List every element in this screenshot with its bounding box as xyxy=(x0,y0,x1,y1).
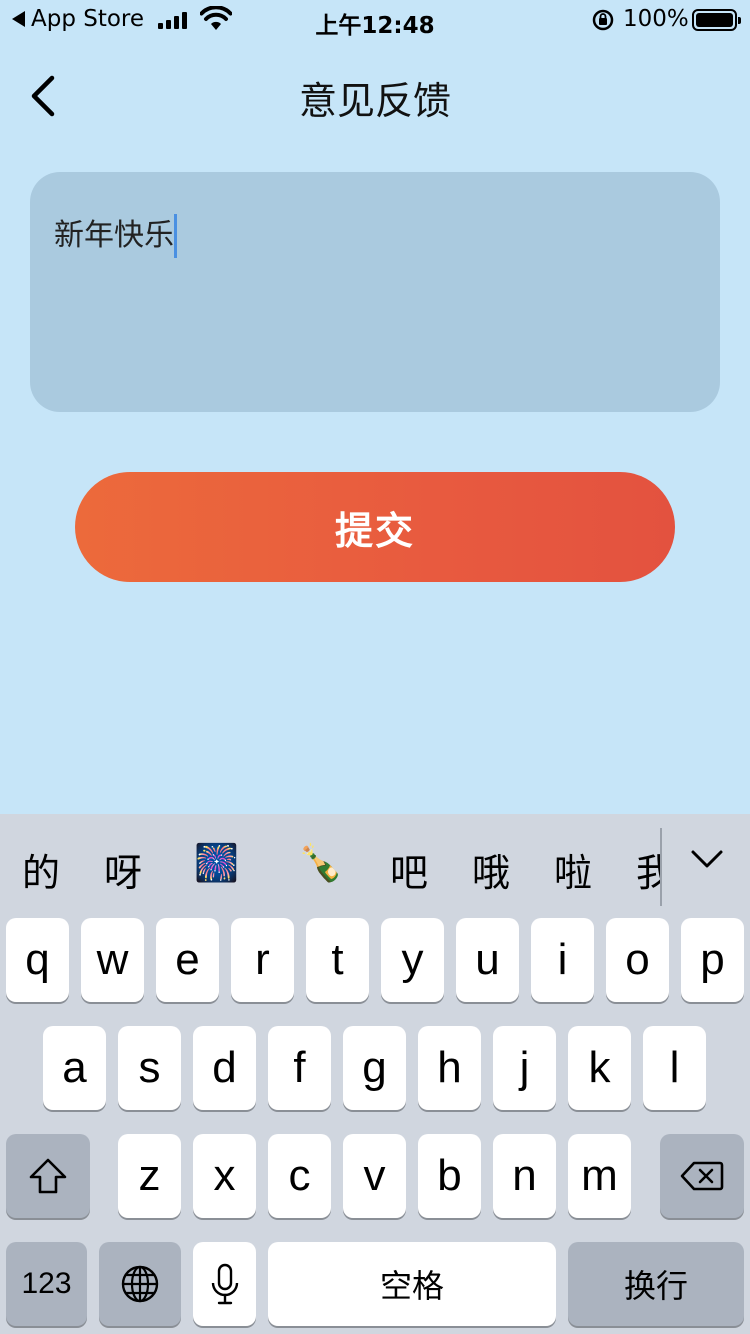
key-w[interactable]: w xyxy=(81,918,144,1002)
candidate-divider xyxy=(660,828,662,906)
mic-icon xyxy=(211,1263,238,1305)
key-v[interactable]: v xyxy=(343,1134,406,1218)
key-p[interactable]: p xyxy=(681,918,744,1002)
key-k[interactable]: k xyxy=(568,1026,631,1110)
status-bar: App Store 上午12:48 100% xyxy=(0,0,750,42)
keyboard: 的 呀 🎆 🍾 吧 哦 啦 我 q w e r t y u i o p a s … xyxy=(0,814,750,1334)
key-y[interactable]: y xyxy=(381,918,444,1002)
orientation-lock-icon xyxy=(592,9,614,31)
candidate-item[interactable]: 呀 xyxy=(104,842,142,897)
candidate-item[interactable]: 🎆 xyxy=(194,842,239,884)
key-m[interactable]: m xyxy=(568,1134,631,1218)
globe-icon xyxy=(121,1265,159,1303)
candidate-item[interactable]: 的 xyxy=(22,842,60,897)
key-u[interactable]: u xyxy=(456,918,519,1002)
key-f[interactable]: f xyxy=(268,1026,331,1110)
feedback-textarea[interactable]: 新年快乐 xyxy=(30,172,720,412)
return-key[interactable]: 换行 xyxy=(568,1242,744,1326)
shift-icon xyxy=(29,1158,67,1194)
mic-key[interactable] xyxy=(193,1242,256,1326)
candidate-item[interactable]: 🍾 xyxy=(298,842,343,884)
key-j[interactable]: j xyxy=(493,1026,556,1110)
battery-icon xyxy=(692,9,741,31)
shift-key[interactable] xyxy=(6,1134,90,1218)
key-t[interactable]: t xyxy=(306,918,369,1002)
chevron-down-icon[interactable] xyxy=(690,848,724,870)
candidate-item[interactable]: 吧 xyxy=(390,842,428,897)
key-i[interactable]: i xyxy=(531,918,594,1002)
key-c[interactable]: c xyxy=(268,1134,331,1218)
key-n[interactable]: n xyxy=(493,1134,556,1218)
key-a[interactable]: a xyxy=(43,1026,106,1110)
delete-key[interactable] xyxy=(660,1134,744,1218)
key-g[interactable]: g xyxy=(343,1026,406,1110)
page-title: 意见反馈 xyxy=(298,79,451,123)
key-b[interactable]: b xyxy=(418,1134,481,1218)
battery-percent: 100% xyxy=(623,6,689,32)
submit-button[interactable]: 提交 xyxy=(75,472,675,582)
key-x[interactable]: x xyxy=(193,1134,256,1218)
key-z[interactable]: z xyxy=(118,1134,181,1218)
feedback-text-value: 新年快乐 xyxy=(54,218,174,253)
key-r[interactable]: r xyxy=(231,918,294,1002)
candidate-item[interactable]: 啦 xyxy=(554,842,592,897)
space-key[interactable]: 空格 xyxy=(268,1242,556,1326)
numbers-key[interactable]: 123 xyxy=(6,1242,87,1326)
candidate-bar: 的 呀 🎆 🍾 吧 哦 啦 我 xyxy=(0,814,750,914)
key-l[interactable]: l xyxy=(643,1026,706,1110)
key-e[interactable]: e xyxy=(156,918,219,1002)
key-q[interactable]: q xyxy=(6,918,69,1002)
key-h[interactable]: h xyxy=(418,1026,481,1110)
candidate-item[interactable]: 我 xyxy=(636,842,660,897)
candidate-item[interactable]: 哦 xyxy=(472,842,510,897)
key-o[interactable]: o xyxy=(606,918,669,1002)
delete-icon xyxy=(680,1161,724,1191)
globe-key[interactable] xyxy=(99,1242,181,1326)
key-d[interactable]: d xyxy=(193,1026,256,1110)
key-s[interactable]: s xyxy=(118,1026,181,1110)
text-caret xyxy=(174,214,177,258)
